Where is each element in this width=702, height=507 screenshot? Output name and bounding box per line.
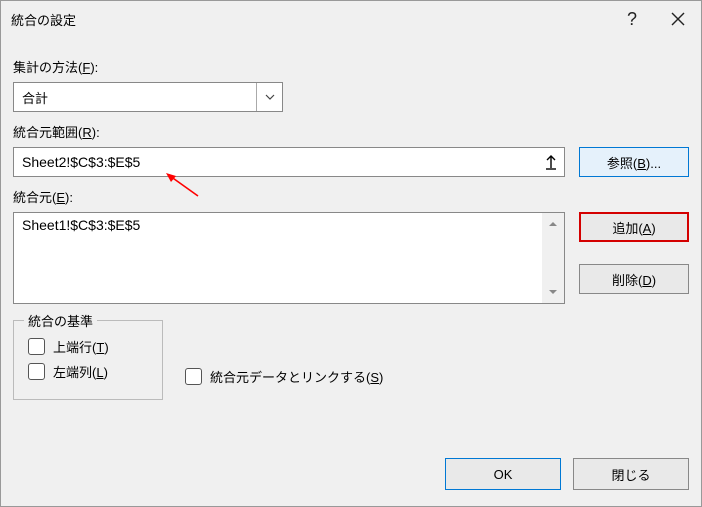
delete-button[interactable]: 削除(D) xyxy=(579,264,689,294)
reference-label: 統合元範囲(R): xyxy=(13,122,689,141)
scroll-down-button[interactable] xyxy=(542,281,564,303)
list-content: Sheet1!$C$3:$E$5 xyxy=(14,213,542,303)
sources-listbox[interactable]: Sheet1!$C$3:$E$5 xyxy=(13,212,565,304)
list-item[interactable]: Sheet1!$C$3:$E$5 xyxy=(22,217,534,233)
reference-input[interactable] xyxy=(14,148,538,176)
link-source-label: 統合元データとリンクする(S) xyxy=(210,367,383,386)
scrollbar[interactable] xyxy=(542,213,564,303)
reference-input-wrap xyxy=(13,147,565,177)
top-row-label: 上端行(T) xyxy=(53,337,109,356)
dialog-footer: OK 閉じる xyxy=(1,446,701,506)
criteria-group: 統合の基準 上端行(T) 左端列(L) xyxy=(13,320,163,400)
left-col-checkbox[interactable] xyxy=(28,363,45,380)
chevron-down-icon xyxy=(265,94,275,100)
top-row-checkbox[interactable] xyxy=(28,338,45,355)
close-dialog-button[interactable]: 閉じる xyxy=(573,458,689,490)
link-source-checkbox[interactable] xyxy=(185,368,202,385)
close-icon xyxy=(671,12,685,26)
browse-button[interactable]: 参照(B)... xyxy=(579,147,689,177)
help-button[interactable]: ? xyxy=(609,1,655,37)
sources-label: 統合元(E): xyxy=(13,187,689,206)
function-select[interactable]: 合計 xyxy=(13,82,283,112)
function-label: 集計の方法(F): xyxy=(13,57,689,76)
close-button[interactable] xyxy=(655,1,701,37)
ok-button[interactable]: OK xyxy=(445,458,561,490)
dialog-title: 統合の設定 xyxy=(11,10,609,29)
titlebar: 統合の設定 ? xyxy=(1,1,701,37)
collapse-dialog-button[interactable] xyxy=(538,148,564,176)
collapse-icon xyxy=(544,154,558,170)
dialog-content: 集計の方法(F): 合計 統合元範囲(R): xyxy=(1,37,701,446)
consolidate-dialog: 統合の設定 ? 集計の方法(F): 合計 統合元範囲(R): xyxy=(0,0,702,507)
function-select-value: 合計 xyxy=(14,88,256,107)
criteria-legend: 統合の基準 xyxy=(24,311,97,330)
left-col-label: 左端列(L) xyxy=(53,362,108,381)
dropdown-button[interactable] xyxy=(256,83,282,111)
add-button[interactable]: 追加(A) xyxy=(579,212,689,242)
scroll-up-button[interactable] xyxy=(542,213,564,235)
